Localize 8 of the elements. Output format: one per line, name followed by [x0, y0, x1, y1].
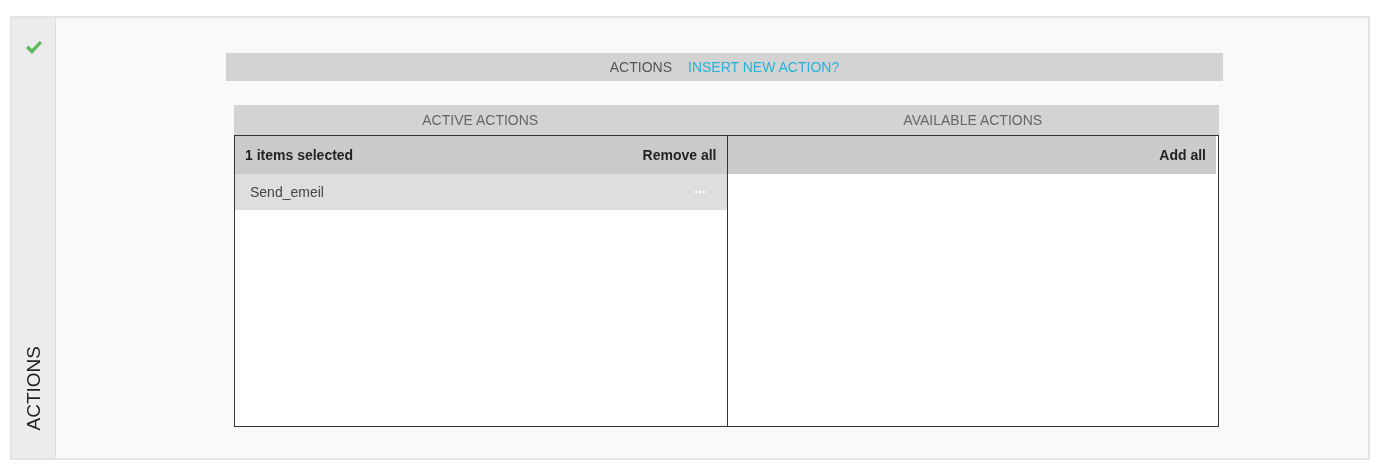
header-label: ACTIONS [609, 59, 672, 75]
column-heading: AVAILABLE ACTIONS [726, 105, 1219, 135]
add-all-link[interactable]: Add all [1159, 147, 1206, 163]
section-title: ACTIONS [22, 345, 45, 430]
selection-count: 1 items selected [245, 147, 354, 163]
column-heading: ACTIVE ACTIONS [234, 105, 727, 135]
list-item[interactable]: Send_emeil [235, 174, 727, 210]
remove-all-link[interactable]: Remove all [642, 147, 717, 163]
